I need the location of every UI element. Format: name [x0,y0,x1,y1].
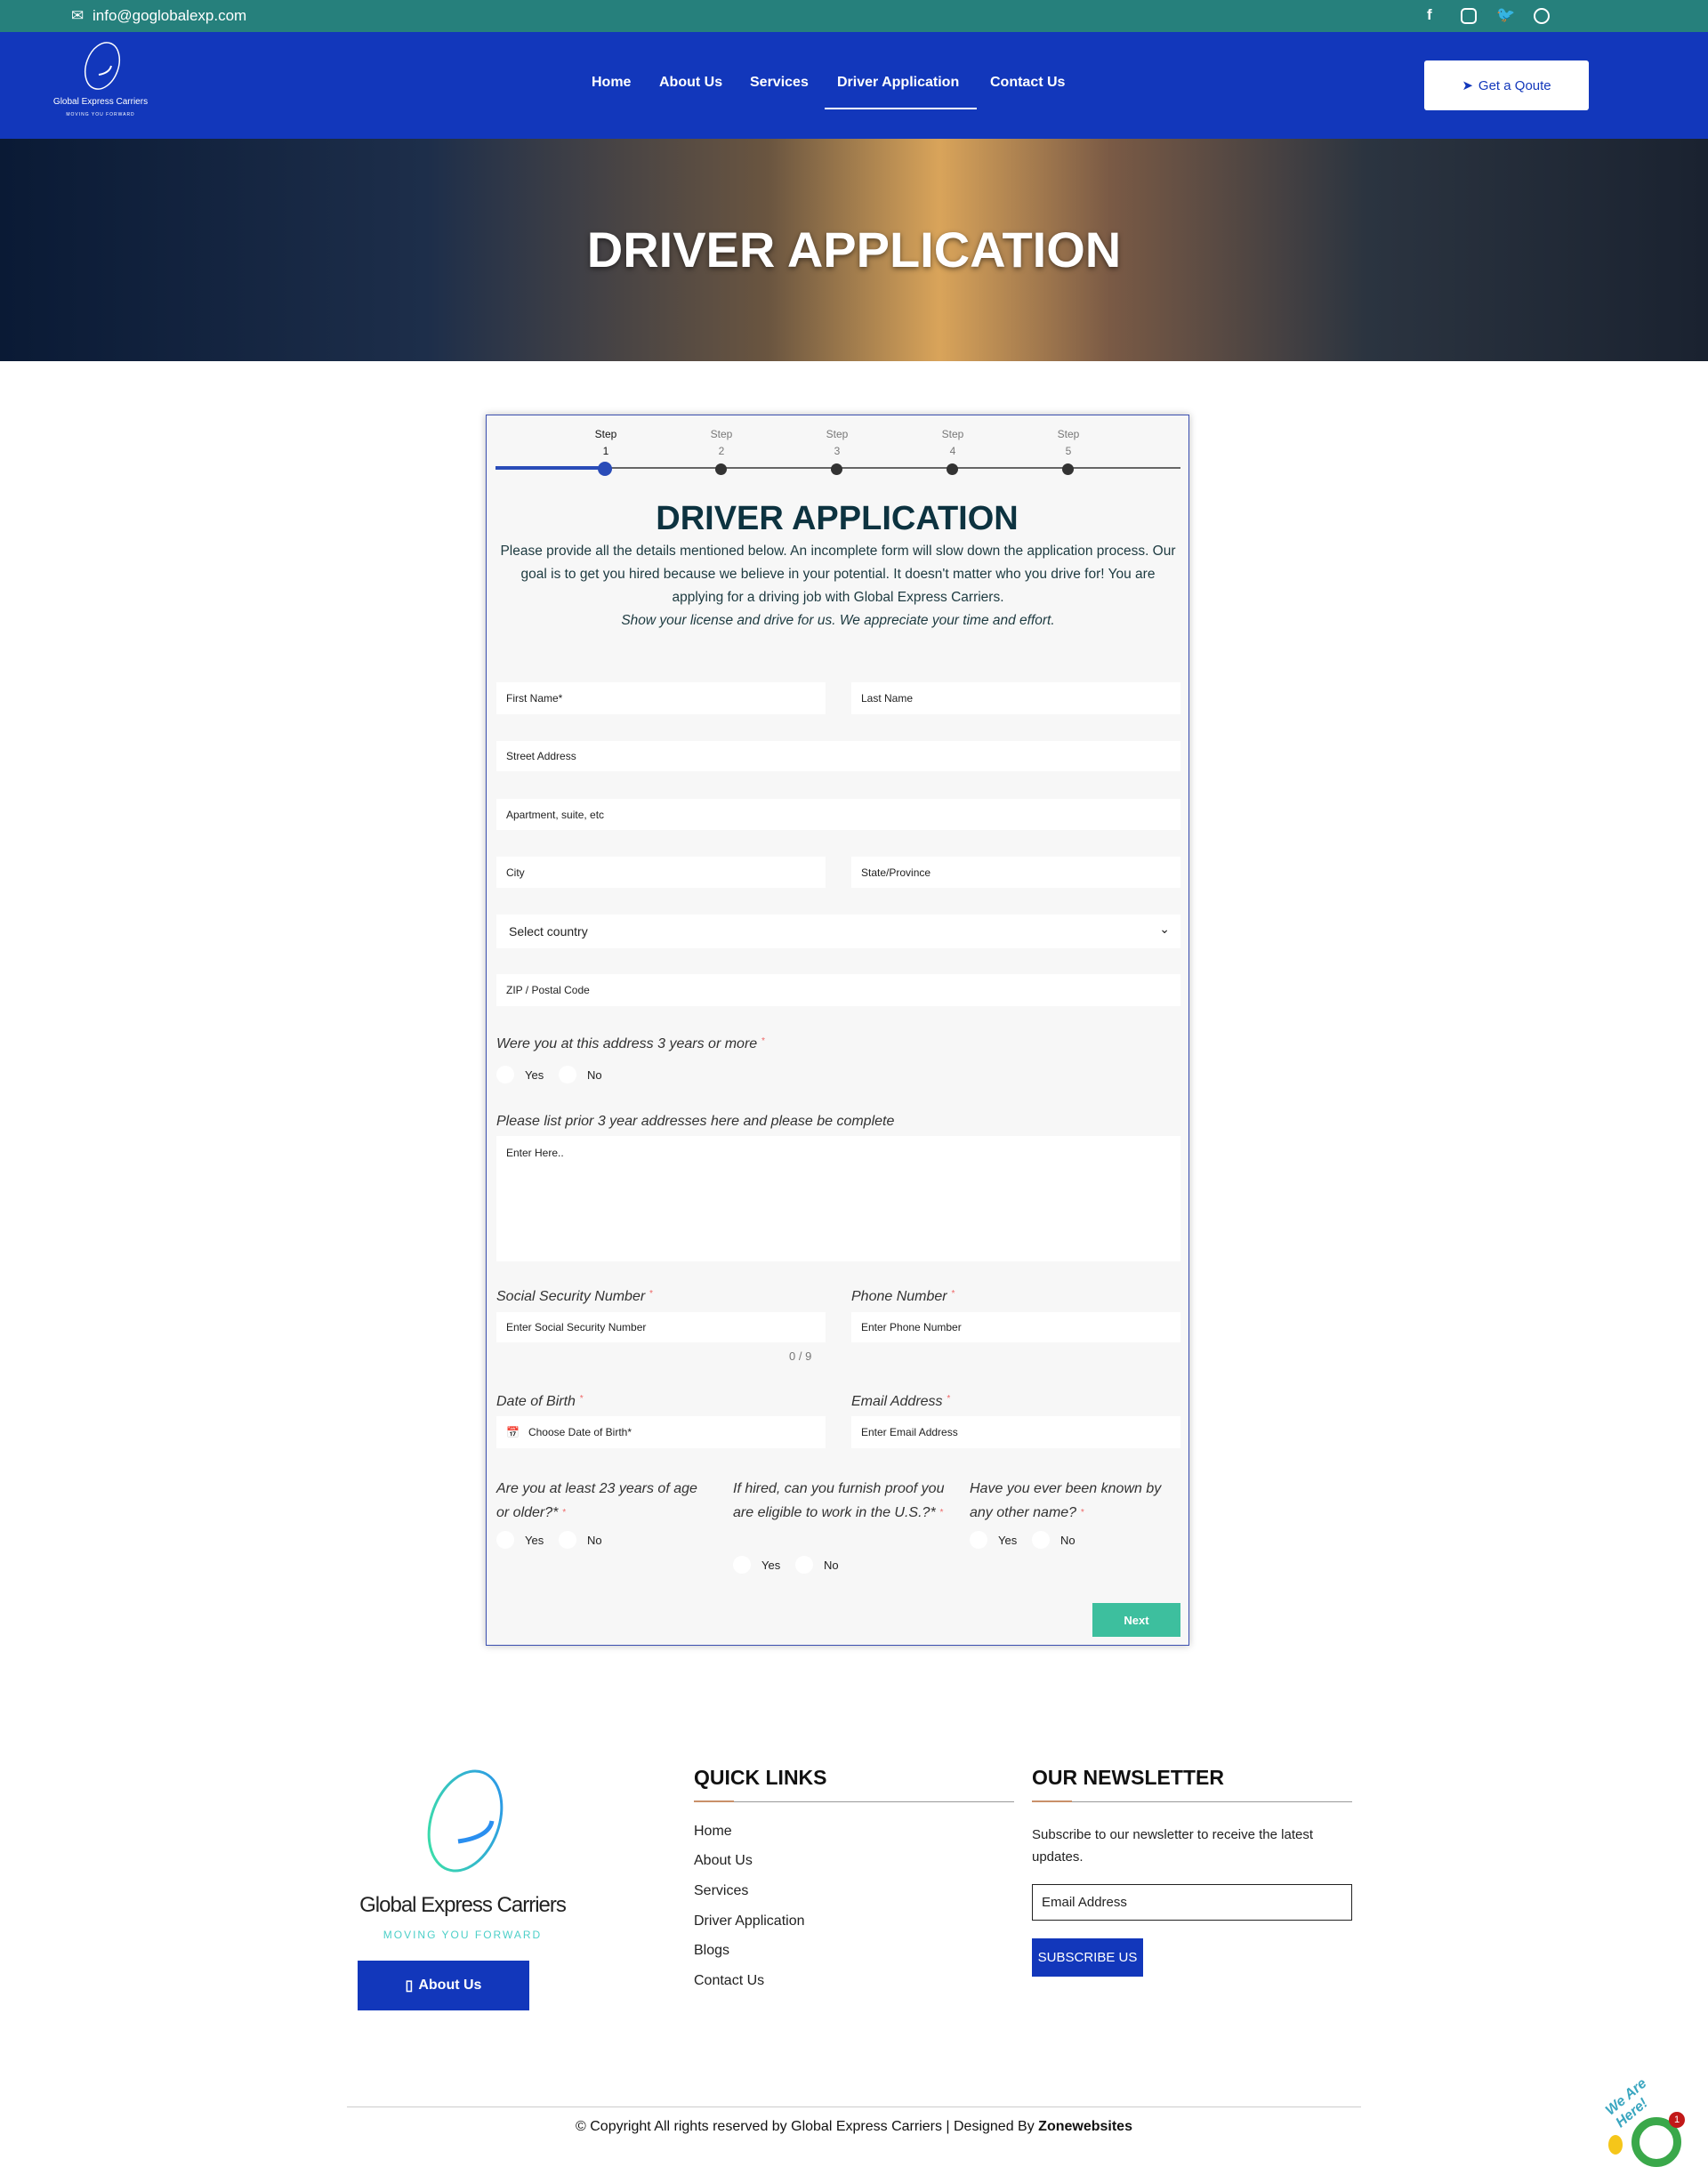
email-input[interactable]: Enter Email Address [851,1416,1180,1448]
divider [1032,1801,1352,1802]
hero-banner: DRIVER APPLICATION [0,139,1708,361]
top-bar: ✉ info@goglobalexp.com f 🐦 [0,0,1708,32]
address-duration-label: Were you at this address 3 years or more… [496,1036,765,1051]
street-address-input[interactable]: Street Address [496,741,1180,771]
apartment-input[interactable]: Apartment, suite, etc [496,799,1180,830]
nav-driver-application[interactable]: Driver Application [837,75,959,91]
phone-label: Phone Number * [851,1289,955,1304]
hero-title: DRIVER APPLICATION [586,222,1122,278]
step-dot-4 [947,463,958,475]
step-3[interactable]: Step 3 [810,426,864,460]
zip-input[interactable]: ZIP / Postal Code [496,974,1180,1006]
nav-services[interactable]: Services [750,75,809,91]
chevron-down-icon: ⌄ [1159,922,1170,936]
email-label: Email Address * [851,1394,950,1409]
divider-accent [1032,1800,1072,1802]
other-name-yes-radio[interactable]: Yes [970,1531,1017,1549]
phone-input[interactable]: Enter Phone Number [851,1312,1180,1342]
step-dot-3 [831,463,842,475]
age-question-label: Are you at least 23 years of age or olde… [496,1481,697,1520]
next-button[interactable]: Next [1092,1603,1180,1637]
age-yes-radio[interactable]: Yes [496,1531,544,1549]
designer-link[interactable]: Zonewebsites [1038,2119,1132,2134]
get-quote-button[interactable]: ➤ Get a Qoute [1424,60,1589,110]
eligible-no-radio[interactable]: No [795,1556,839,1574]
form-title: DRIVER APPLICATION [656,500,1019,537]
address-yes-radio[interactable]: Yes [496,1066,544,1083]
ssn-input[interactable]: Enter Social Security Number [496,1312,826,1342]
dob-label: Date of Birth * [496,1394,584,1409]
step-dot-5 [1062,463,1074,475]
newsletter-title: OUR NEWSLETTER [1032,1766,1224,1789]
get-quote-label: Get a Qoute [1478,77,1551,93]
active-underline [825,108,977,109]
step-2[interactable]: Step 2 [695,426,748,460]
first-name-input[interactable]: First Name* [496,682,826,714]
divider-accent [694,1800,734,1802]
logo-mark-icon [427,1769,504,1873]
contact-email[interactable]: info@goglobalexp.com [93,7,246,25]
city-input[interactable]: City [496,857,826,888]
quick-links-title: QUICK LINKS [694,1766,827,1789]
eligible-yes-radio[interactable]: Yes [733,1556,780,1574]
chat-widget[interactable]: We Are Here! 1 [1601,2073,1708,2175]
prior-addresses-textarea[interactable]: Enter Here.. [496,1136,1180,1261]
nav-about[interactable]: About Us [659,75,722,91]
form-intro: Please provide all the details mentioned… [500,544,1176,628]
footer-logo: Global Express Carriers MOVING YOU FORWA… [356,1766,569,1941]
chat-badge: 1 [1669,2112,1685,2128]
footer-tagline: MOVING YOU FORWARD [383,1929,543,1941]
ssn-counter: 0 / 9 [789,1349,812,1363]
logo[interactable]: Global Express Carriers MOVING YOU FORWA… [50,39,151,128]
step-dot-1 [598,462,612,476]
subscribe-button[interactable]: SUBSCRIBE US [1032,1938,1143,1977]
step-dot-2 [715,463,727,475]
footer-brand-name: Global Express Carriers [359,1893,567,1917]
step-1[interactable]: Step 1 [579,426,632,460]
nav-home[interactable]: Home [592,75,631,91]
twitter-icon[interactable]: 🐦 [1496,6,1515,24]
instagram-icon[interactable] [1461,8,1477,24]
newsletter-text: Subscribe to our newsletter to receive t… [1032,1827,1313,1865]
footer-link-home[interactable]: Home [694,1824,732,1840]
ssn-label: Social Security Number * [496,1289,653,1304]
country-select[interactable]: Select country ⌄ [496,914,1180,948]
newsletter-email-input[interactable]: Email Address [1032,1884,1352,1921]
state-input[interactable]: State/Province [851,857,1180,888]
footer-link-contact[interactable]: Contact Us [694,1973,764,1989]
send-icon: ➤ [1462,78,1473,93]
wave-hand-icon [1608,2135,1623,2155]
footer-link-services[interactable]: Services [694,1883,748,1899]
nav-contact[interactable]: Contact Us [990,75,1065,91]
calendar-icon: 📅 [506,1426,520,1438]
brand-name: Global Express Carriers [52,97,149,107]
footer-link-about[interactable]: About Us [694,1853,753,1869]
footer-about-button[interactable]: ▯ About Us [358,1961,529,2010]
footer-link-blogs[interactable]: Blogs [694,1943,729,1959]
mail-icon: ✉ [71,7,85,24]
eligibility-question-label: If hired, can you furnish proof you are … [733,1481,945,1520]
step-progress [495,466,606,470]
step-5[interactable]: Step 5 [1042,426,1095,460]
dribbble-icon[interactable] [1534,8,1550,24]
document-icon: ▯ [405,1978,414,1994]
application-form: Step 1 Step 2 Step 3 Step 4 Step 5 DRIVER APP… [486,415,1189,1646]
footer-link-driver-application[interactable]: Driver Application [694,1913,805,1929]
address-no-radio[interactable]: No [559,1066,602,1083]
last-name-input[interactable]: Last Name [851,682,1180,714]
step-4[interactable]: Step 4 [926,426,979,460]
logo-mark-icon [84,42,121,90]
other-name-no-radio[interactable]: No [1032,1531,1076,1549]
copyright: © Copyright All rights reserved by Globa… [576,2119,1132,2134]
divider [694,1801,1014,1802]
other-name-question-label: Have you ever been known by any other na… [970,1481,1162,1520]
prior-addresses-label: Please list prior 3 year addresses here … [496,1114,895,1129]
facebook-icon[interactable]: f [1427,6,1432,24]
dob-input[interactable]: 📅 Choose Date of Birth* [496,1416,826,1448]
age-no-radio[interactable]: No [559,1531,602,1549]
brand-tagline: MOVING YOU FORWARD [66,112,135,117]
main-nav: Global Express Carriers MOVING YOU FORWA… [0,32,1708,139]
